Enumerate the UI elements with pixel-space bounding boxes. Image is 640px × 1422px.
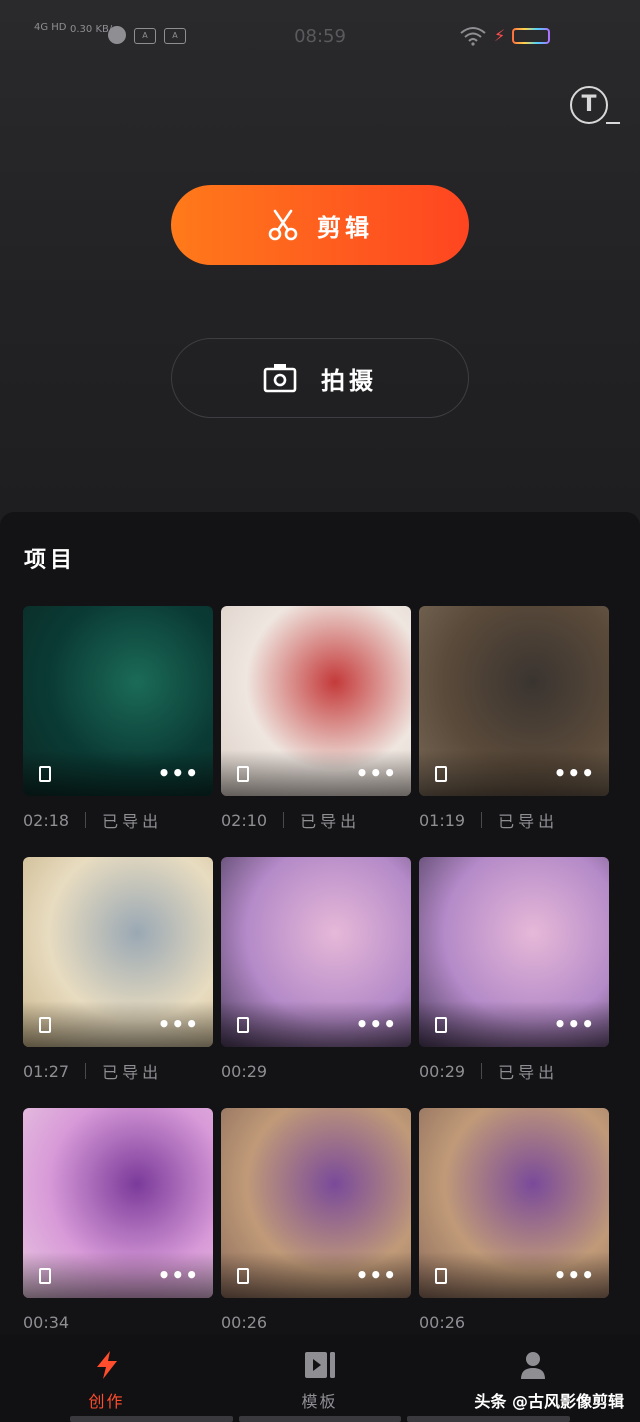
- meta-divider: [481, 812, 483, 828]
- edit-button[interactable]: 剪辑: [171, 185, 469, 265]
- project-card[interactable]: ••• 01:19 已导出: [419, 606, 609, 832]
- phone-aspect-icon: [237, 766, 249, 782]
- project-meta: 02:18 已导出: [23, 808, 213, 832]
- home-indicator-segment: [238, 1416, 402, 1422]
- more-options-icon[interactable]: •••: [356, 1014, 397, 1034]
- tab-create[interactable]: 创作: [0, 1334, 213, 1422]
- project-meta: 01:19 已导出: [419, 808, 609, 832]
- project-thumbnail[interactable]: •••: [221, 1108, 411, 1298]
- project-meta: 00:29: [221, 1059, 411, 1083]
- text-icon: T: [581, 92, 597, 117]
- project-card[interactable]: ••• 02:10 已导出: [221, 606, 411, 832]
- project-card[interactable]: ••• 00:29 已导出: [419, 857, 609, 1083]
- project-duration: 00:26: [419, 1312, 466, 1332]
- project-thumbnail[interactable]: •••: [23, 1108, 213, 1298]
- project-duration: 00:34: [23, 1312, 70, 1332]
- home-indicator: [70, 1416, 571, 1422]
- project-meta: 00:26: [221, 1310, 411, 1334]
- watermark: 头条 @古风影像剪辑: [474, 1392, 624, 1411]
- tab-create-label: 创作: [88, 1392, 125, 1411]
- project-status: 已导出: [498, 1063, 559, 1082]
- more-options-icon[interactable]: •••: [554, 1265, 595, 1285]
- project-duration: 00:26: [221, 1312, 268, 1332]
- phone-aspect-icon: [237, 1017, 249, 1033]
- projects-panel: 项目 ••• 02:18 已导出 ••• 02:10 已导出 ••• 01:19 已导出 ••• 0…: [0, 512, 640, 1342]
- project-thumbnail[interactable]: •••: [23, 857, 213, 1047]
- phone-aspect-icon: [39, 766, 51, 782]
- project-duration: 02:10: [221, 810, 268, 830]
- meta-divider: [85, 1063, 87, 1079]
- project-thumbnail[interactable]: •••: [419, 606, 609, 796]
- project-duration: 01:19: [419, 810, 466, 830]
- phone-aspect-icon: [39, 1017, 51, 1033]
- lightning-icon: [96, 1351, 117, 1379]
- project-card[interactable]: ••• 02:18 已导出: [23, 606, 213, 832]
- phone-aspect-icon: [435, 766, 447, 782]
- project-duration: 02:18: [23, 810, 70, 830]
- project-duration: 01:27: [23, 1061, 70, 1081]
- project-meta: 00:34: [23, 1310, 213, 1334]
- charging-icon: ⚡: [494, 26, 506, 45]
- project-duration: 00:29: [419, 1061, 466, 1081]
- tab-template[interactable]: 模板: [213, 1334, 426, 1422]
- project-status: 已导出: [102, 1063, 163, 1082]
- template-icon: [304, 1352, 335, 1378]
- meta-divider: [85, 812, 87, 828]
- project-status: 已导出: [300, 812, 361, 831]
- camera-icon: [263, 364, 297, 393]
- project-card[interactable]: ••• 01:27 已导出: [23, 857, 213, 1083]
- more-options-icon[interactable]: •••: [554, 763, 595, 783]
- more-options-icon[interactable]: •••: [356, 763, 397, 783]
- project-thumbnail[interactable]: •••: [23, 606, 213, 796]
- phone-aspect-icon: [39, 1268, 51, 1284]
- project-meta: 01:27 已导出: [23, 1059, 213, 1083]
- more-options-icon[interactable]: •••: [554, 1014, 595, 1034]
- text-tool-button[interactable]: T: [570, 86, 620, 124]
- phone-aspect-icon: [237, 1268, 249, 1284]
- phone-aspect-icon: [435, 1268, 447, 1284]
- status-bar: 4G HD 0.30 KB/s A A 08:59 ⚡: [0, 0, 640, 72]
- user-icon: [520, 1352, 545, 1379]
- phone-aspect-icon: [435, 1017, 447, 1033]
- home-indicator-segment: [407, 1416, 571, 1422]
- tab-template-label: 模板: [301, 1392, 338, 1411]
- project-meta: 02:10 已导出: [221, 808, 411, 832]
- more-options-icon[interactable]: •••: [356, 1265, 397, 1285]
- project-duration: 00:29: [221, 1061, 268, 1081]
- wifi-icon: [460, 27, 486, 46]
- battery-icon: [512, 28, 550, 44]
- project-meta: 00:26: [419, 1310, 609, 1334]
- more-options-icon[interactable]: •••: [158, 1014, 199, 1034]
- project-card[interactable]: ••• 00:26: [419, 1108, 609, 1334]
- shoot-button[interactable]: 拍摄: [171, 338, 469, 418]
- shoot-label: 拍摄: [321, 366, 377, 395]
- project-thumbnail[interactable]: •••: [221, 857, 411, 1047]
- project-status: 已导出: [498, 812, 559, 831]
- project-thumbnail[interactable]: •••: [419, 1108, 609, 1298]
- project-meta: 00:29 已导出: [419, 1059, 609, 1083]
- project-card[interactable]: ••• 00:29: [221, 857, 411, 1083]
- projects-title: 项目: [24, 548, 77, 573]
- project-card[interactable]: ••• 00:34: [23, 1108, 213, 1334]
- project-thumbnail[interactable]: •••: [221, 606, 411, 796]
- project-card[interactable]: ••• 00:26: [221, 1108, 411, 1334]
- meta-divider: [481, 1063, 483, 1079]
- more-options-icon[interactable]: •••: [158, 1265, 199, 1285]
- project-status: 已导出: [102, 812, 163, 831]
- home-indicator-segment: [70, 1416, 233, 1422]
- scissors-icon: [268, 209, 298, 241]
- edit-label: 剪辑: [317, 213, 373, 242]
- meta-divider: [283, 812, 285, 828]
- more-options-icon[interactable]: •••: [158, 763, 199, 783]
- project-thumbnail[interactable]: •••: [419, 857, 609, 1047]
